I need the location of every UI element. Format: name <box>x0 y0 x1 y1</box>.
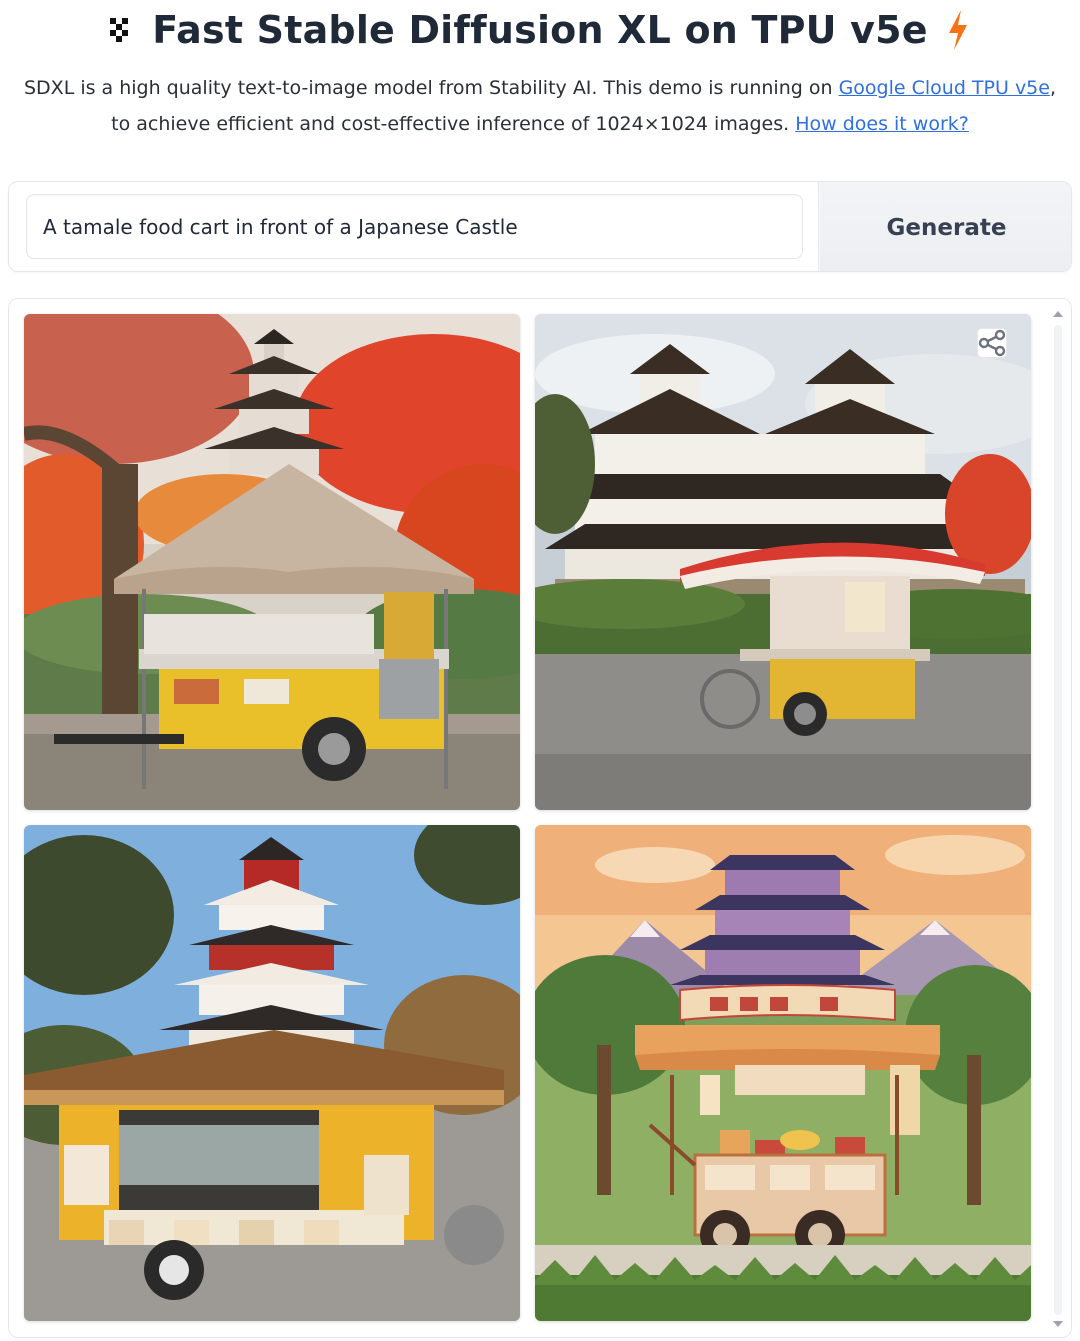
page-header: Fast Stable Diffusion XL on TPU v5e <box>0 8 1080 52</box>
prompt-panel: Generate <box>8 181 1072 272</box>
pixel-logo-icon <box>110 18 134 42</box>
image-gallery[interactable] <box>8 298 1072 1338</box>
share-button[interactable] <box>977 328 1007 358</box>
page-title: Fast Stable Diffusion XL on TPU v5e <box>152 8 928 52</box>
how-it-works-link[interactable]: How does it work? <box>795 113 969 135</box>
share-icon <box>978 329 1006 357</box>
prompt-input[interactable] <box>26 194 803 259</box>
generate-button[interactable]: Generate <box>820 182 1071 271</box>
generated-image-2[interactable] <box>535 314 1031 810</box>
page-description: SDXL is a high quality text-to-image mod… <box>20 70 1060 142</box>
prompt-input-container <box>9 182 819 271</box>
scroll-up-arrow-icon[interactable] <box>1053 311 1063 317</box>
generated-image-4[interactable] <box>535 825 1031 1321</box>
scroll-thumb[interactable] <box>1054 325 1062 1315</box>
google-cloud-tpu-link[interactable]: Google Cloud TPU v5e <box>839 77 1050 99</box>
generated-image-3[interactable] <box>24 825 520 1321</box>
lightning-bolt-icon <box>948 10 967 50</box>
gallery-scrollbar[interactable] <box>1045 299 1071 1337</box>
description-text: SDXL is a high quality text-to-image mod… <box>23 77 839 99</box>
generated-image-1[interactable] <box>24 314 520 810</box>
scroll-down-arrow-icon[interactable] <box>1053 1321 1063 1327</box>
